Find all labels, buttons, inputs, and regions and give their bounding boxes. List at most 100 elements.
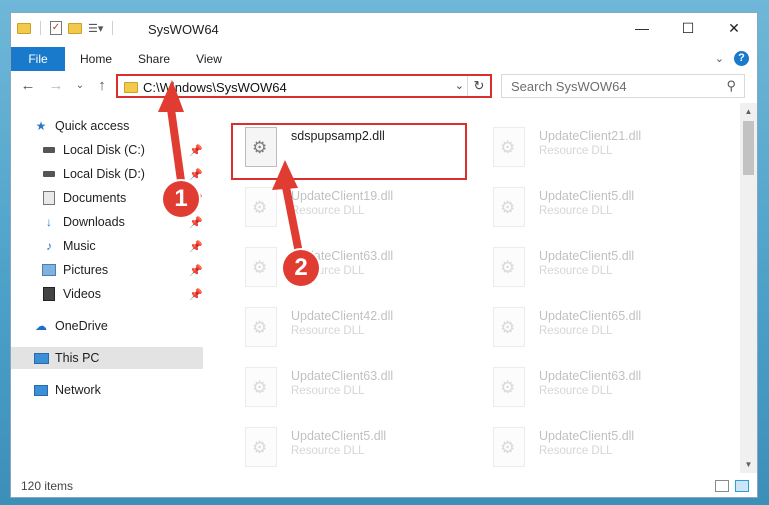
file-name: UpdateClient65.dll bbox=[539, 309, 642, 323]
pin-icon: 📌 bbox=[189, 240, 203, 253]
folder-icon bbox=[17, 21, 31, 35]
address-path[interactable]: C:\Windows\SysWOW64 bbox=[143, 80, 287, 95]
scroll-thumb[interactable] bbox=[743, 121, 754, 175]
details-view-icon[interactable] bbox=[715, 480, 729, 492]
maximize-button[interactable]: ☐ bbox=[665, 13, 711, 43]
file-type: Resource DLL bbox=[539, 205, 613, 217]
sidebar-item-label: Videos bbox=[63, 287, 101, 301]
file-name: UpdateClient5.dll bbox=[539, 429, 635, 443]
tab-share[interactable]: Share bbox=[131, 47, 177, 71]
pin-icon: 📌 bbox=[189, 144, 203, 157]
properties-icon[interactable]: ✓ bbox=[50, 21, 62, 35]
file-type: Resource DLL bbox=[291, 205, 365, 217]
tab-view[interactable]: View bbox=[189, 47, 229, 71]
up-button[interactable]: ↑ bbox=[93, 77, 111, 95]
file-item[interactable]: ⚙ UpdateClient63.dll Resource DLL bbox=[479, 363, 709, 415]
sidebar-item-label: Quick access bbox=[55, 119, 130, 133]
ribbon-tabs: File Home Share View ⌄ ? bbox=[11, 47, 757, 72]
cloud-icon: ☁ bbox=[35, 319, 47, 333]
pin-icon: 📌 bbox=[189, 168, 203, 181]
dll-file-icon: ⚙ bbox=[493, 367, 525, 407]
file-item[interactable]: ⚙ UpdateClient21.dll Resource DLL bbox=[479, 123, 709, 175]
sidebar-item-this-pc[interactable]: This PC bbox=[11, 347, 203, 369]
file-item[interactable]: ⚙ UpdateClient65.dll Resource DLL bbox=[479, 303, 709, 355]
file-item[interactable]: ⚙ UpdateClient63.dll Resource DLL bbox=[231, 243, 461, 295]
search-input[interactable]: Search SysWOW64 bbox=[511, 79, 627, 94]
file-item[interactable]: ⚙ UpdateClient63.dll Resource DLL bbox=[231, 363, 461, 415]
sidebar-item-label: Network bbox=[55, 383, 101, 397]
view-buttons bbox=[715, 480, 749, 492]
customize-toolbar-icon[interactable]: ☰▾ bbox=[88, 22, 103, 35]
ribbon-right-controls: ⌄ ? bbox=[715, 51, 749, 66]
window-title: SysWOW64 bbox=[148, 22, 219, 37]
dll-file-icon: ⚙ bbox=[493, 247, 525, 287]
file-type: Resource DLL bbox=[539, 385, 613, 397]
sidebar-item-quick-access[interactable]: ★ Quick access bbox=[33, 115, 203, 137]
sidebar-item-label: Documents bbox=[63, 191, 127, 205]
file-explorer-window: ✓ ☰▾ SysWOW64 — ☐ ✕ File Home Share View… bbox=[10, 12, 758, 498]
pin-icon: 📌 bbox=[189, 264, 203, 277]
scroll-up-icon[interactable]: ▲ bbox=[740, 103, 757, 120]
file-type: Resource DLL bbox=[291, 445, 365, 457]
refresh-button[interactable]: ↻ bbox=[467, 76, 490, 96]
vertical-scrollbar[interactable]: ▲ ▼ bbox=[740, 103, 757, 473]
step-badge-1: 1 bbox=[163, 181, 199, 217]
music-icon: ♪ bbox=[46, 239, 52, 253]
sidebar-item-music[interactable]: ♪ Music 📌 bbox=[41, 235, 203, 257]
new-folder-icon[interactable] bbox=[68, 21, 82, 35]
dll-file-icon: ⚙ bbox=[245, 367, 277, 407]
sidebar-item-pictures[interactable]: Pictures 📌 bbox=[41, 259, 203, 281]
dll-file-icon: ⚙ bbox=[493, 187, 525, 227]
file-item[interactable]: ⚙ UpdateClient5.dll Resource DLL bbox=[479, 243, 709, 295]
search-box[interactable]: Search SysWOW64 ⚲ bbox=[501, 74, 745, 98]
sidebar-item-label: Downloads bbox=[63, 215, 125, 229]
computer-icon bbox=[33, 351, 49, 365]
pin-icon: 📌 bbox=[189, 288, 203, 301]
sidebar-item-label: This PC bbox=[55, 351, 100, 365]
address-bar[interactable]: C:\Windows\SysWOW64 ⌄ ↻ bbox=[116, 74, 492, 98]
sidebar-item-local-disk-c[interactable]: Local Disk (C:) 📌 bbox=[41, 139, 203, 161]
status-bar: 120 items bbox=[11, 475, 757, 497]
search-icon[interactable]: ⚲ bbox=[726, 78, 736, 94]
chevron-down-icon[interactable]: ⌄ bbox=[455, 79, 464, 92]
refresh-icon: ↻ bbox=[473, 78, 485, 93]
dll-file-icon: ⚙ bbox=[245, 307, 277, 347]
tiles-view-icon[interactable] bbox=[735, 480, 749, 492]
drive-icon bbox=[41, 143, 57, 157]
sidebar-item-network[interactable]: Network bbox=[33, 379, 203, 401]
tab-home[interactable]: Home bbox=[73, 47, 119, 71]
minimize-button[interactable]: — bbox=[619, 13, 665, 43]
pictures-icon bbox=[41, 263, 57, 277]
pin-icon: 📌 bbox=[189, 216, 203, 229]
file-name: UpdateClient5.dll bbox=[291, 429, 387, 443]
file-type: Resource DLL bbox=[539, 145, 613, 157]
file-item[interactable]: ⚙ UpdateClient42.dll Resource DLL bbox=[231, 303, 461, 355]
step-badge-2: 2 bbox=[283, 250, 319, 286]
sidebar-item-label: OneDrive bbox=[55, 319, 108, 333]
file-type: Resource DLL bbox=[539, 265, 613, 277]
dll-file-icon: ⚙ bbox=[493, 427, 525, 467]
scroll-down-icon[interactable]: ▼ bbox=[740, 456, 757, 473]
folder-icon bbox=[124, 82, 138, 93]
sidebar-item-videos[interactable]: Videos 📌 bbox=[41, 283, 203, 305]
window-controls: — ☐ ✕ bbox=[619, 13, 757, 43]
title-bar: ✓ ☰▾ SysWOW64 — ☐ ✕ bbox=[11, 13, 757, 47]
file-item[interactable]: ⚙ UpdateClient5.dll Resource DLL bbox=[479, 423, 709, 473]
expand-ribbon-icon[interactable]: ⌄ bbox=[715, 52, 724, 65]
item-count: 120 items bbox=[21, 479, 74, 493]
file-item[interactable]: ⚙ UpdateClient5.dll Resource DLL bbox=[231, 423, 461, 473]
file-item[interactable]: ⚙ UpdateClient5.dll Resource DLL bbox=[479, 183, 709, 235]
back-button[interactable]: ← bbox=[19, 77, 37, 95]
dll-file-icon: ⚙ bbox=[493, 127, 525, 167]
arrow-right-icon: → bbox=[48, 77, 64, 94]
dll-file-icon: ⚙ bbox=[245, 247, 277, 287]
file-item[interactable]: ⚙ UpdateClient19.dll Resource DLL bbox=[231, 183, 461, 235]
recent-locations-button[interactable]: ⌄ bbox=[71, 77, 89, 95]
file-name: UpdateClient5.dll bbox=[539, 189, 635, 203]
help-icon[interactable]: ? bbox=[734, 51, 749, 66]
forward-button[interactable]: → bbox=[47, 77, 65, 95]
close-button[interactable]: ✕ bbox=[711, 13, 757, 43]
tab-file[interactable]: File bbox=[11, 47, 65, 71]
download-icon: ↓ bbox=[46, 215, 52, 229]
sidebar-item-onedrive[interactable]: ☁ OneDrive bbox=[33, 315, 203, 337]
